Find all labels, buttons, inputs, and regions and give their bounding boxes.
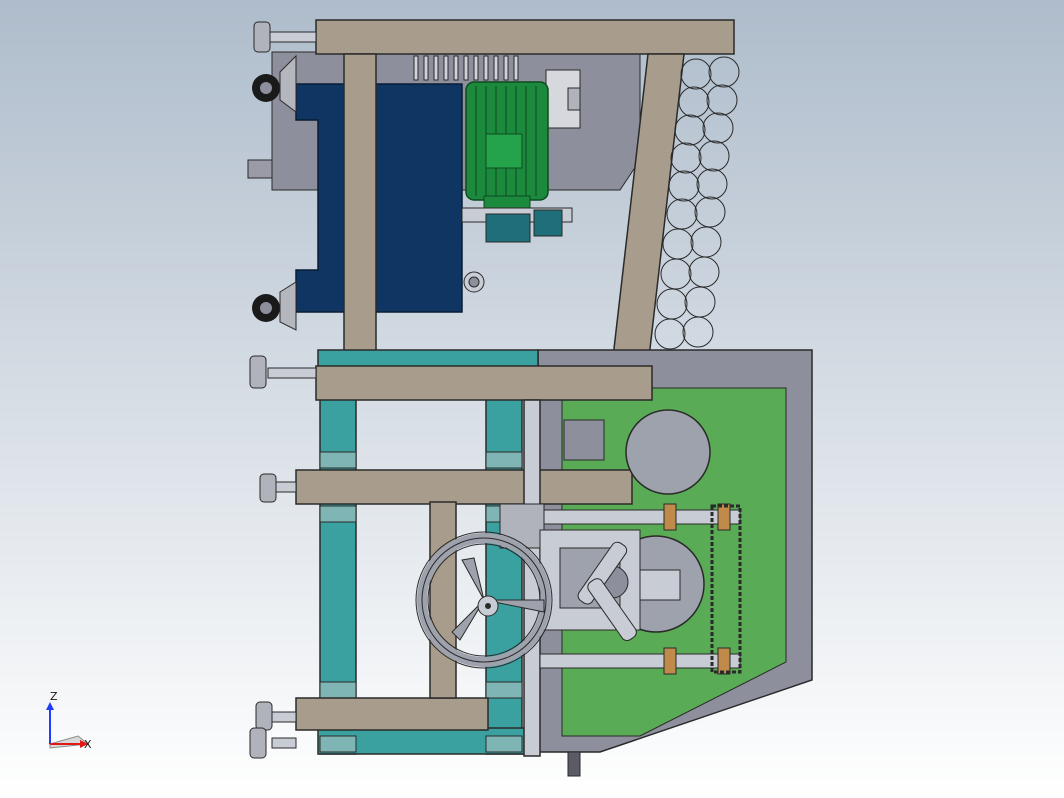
electric-motor-icon[interactable] (465, 81, 549, 209)
leveling-foot-icon (253, 21, 317, 53)
caster-wheel-icon (252, 281, 297, 331)
cad-graphics-viewport[interactable]: Z X (0, 0, 1064, 798)
x-axis-label: X (84, 738, 92, 751)
z-axis-label: Z (50, 690, 58, 703)
hydraulic-tank[interactable] (295, 83, 485, 313)
valve-coupling[interactable] (461, 207, 573, 243)
machine-assembly-model[interactable]: Z X (0, 0, 1064, 798)
coordinate-triad: Z X (46, 690, 92, 751)
